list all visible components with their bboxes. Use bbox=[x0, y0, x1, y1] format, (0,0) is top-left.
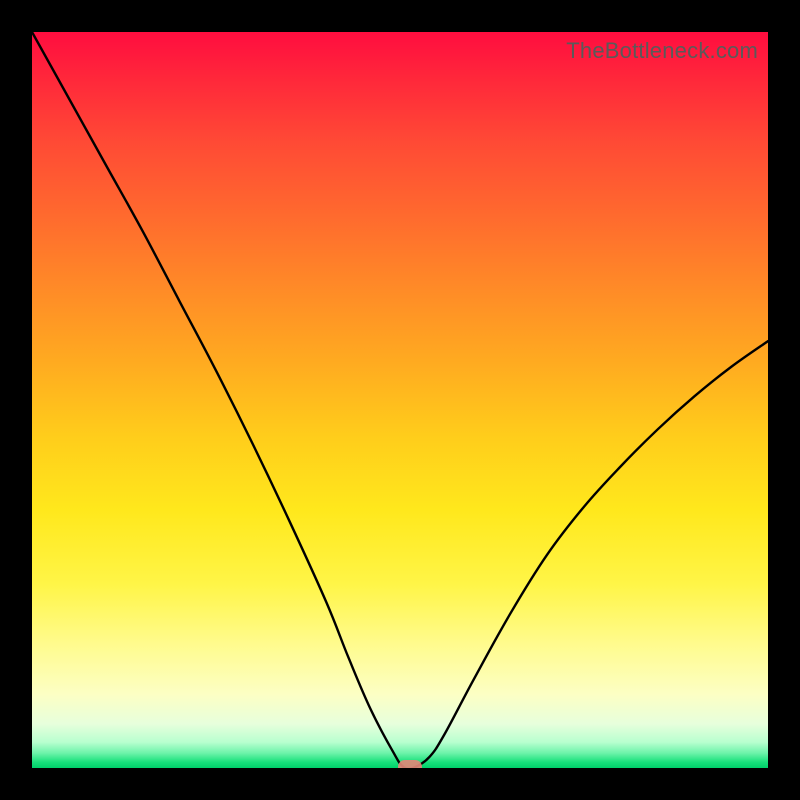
curve-path bbox=[32, 32, 768, 768]
optimal-point-marker bbox=[398, 760, 422, 768]
chart-stage: TheBottleneck.com bbox=[0, 0, 800, 800]
bottleneck-curve bbox=[32, 32, 768, 768]
plot-area: TheBottleneck.com bbox=[32, 32, 768, 768]
